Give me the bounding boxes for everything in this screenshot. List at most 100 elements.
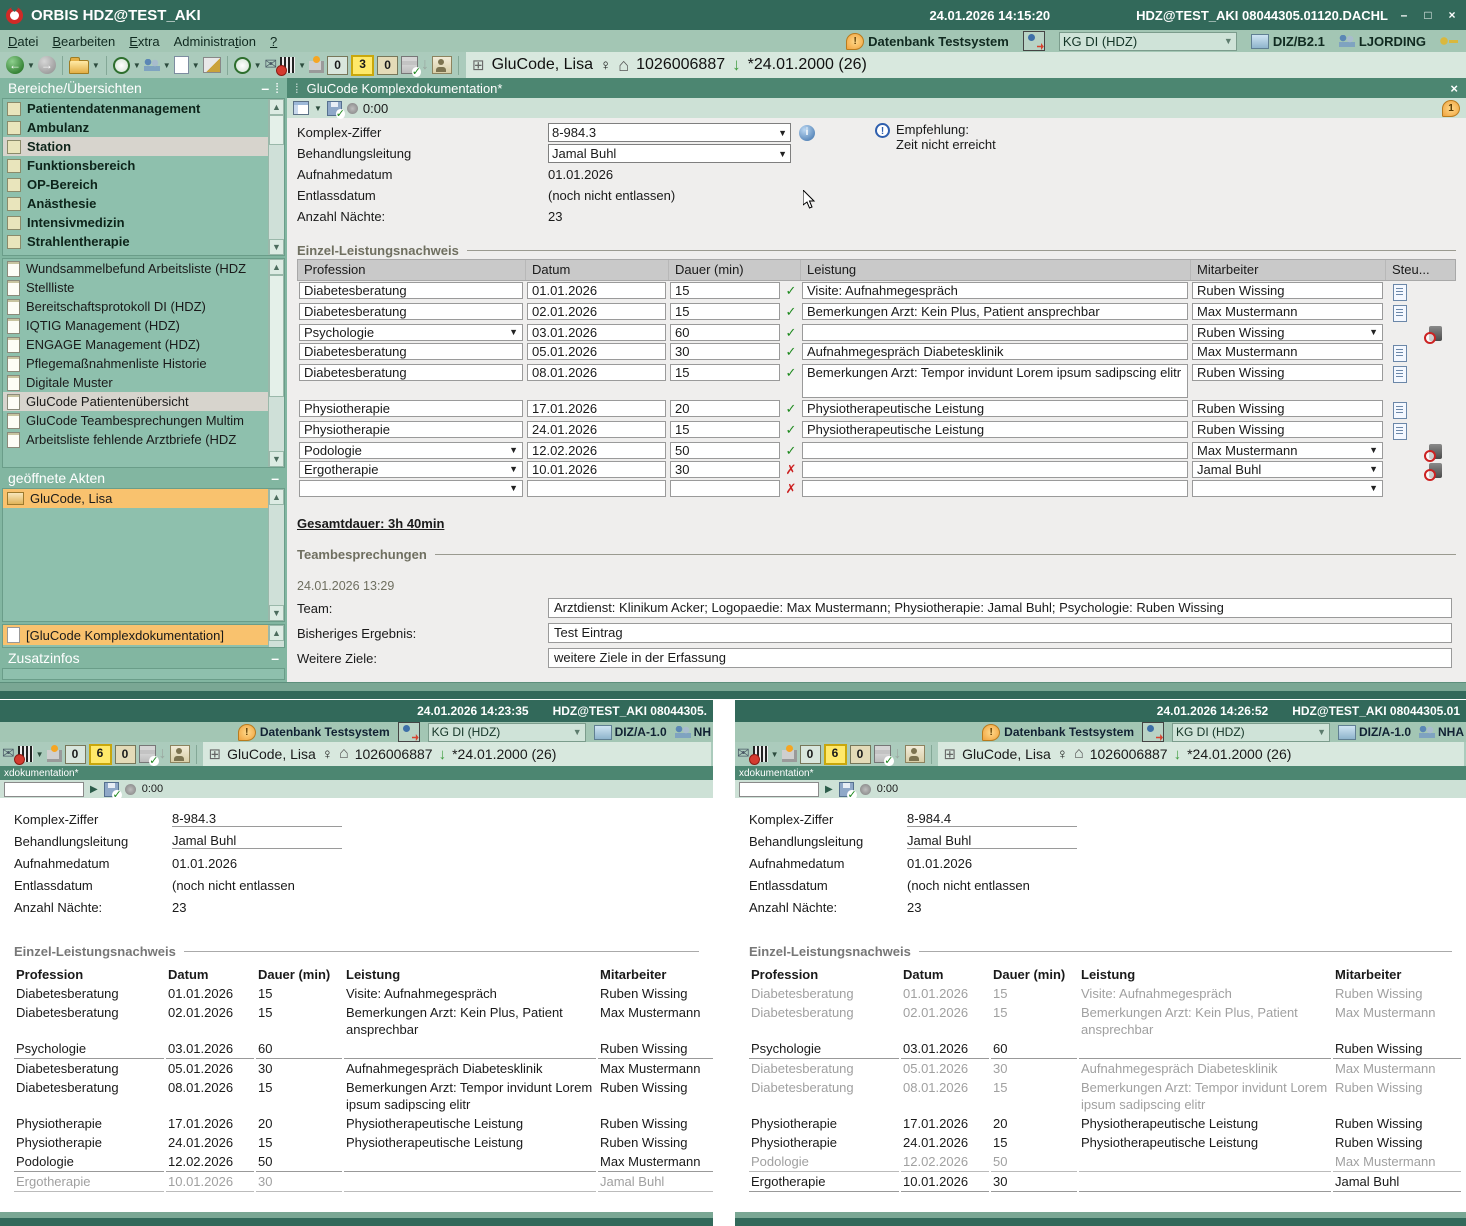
behandlungsleitung-value[interactable]: Jamal Buhl (172, 833, 342, 849)
cell-leistung[interactable] (802, 480, 1188, 497)
grid-icon[interactable]: ⊞ (944, 745, 957, 763)
dropdown-icon[interactable]: ▼ (778, 128, 787, 138)
scrollbar[interactable]: ▲▼ (268, 489, 284, 621)
timer-dropdown-icon[interactable]: ▼ (254, 61, 262, 70)
sidebar-item-worklist[interactable]: Wundsammelbefund Arbeitsliste (HDZ (3, 259, 284, 278)
close-tab-icon[interactable]: × (1450, 81, 1458, 96)
archive-icon[interactable] (905, 745, 925, 763)
cell-mitarbeiter[interactable]: Ruben Wissing (1192, 400, 1383, 417)
barcode-dropdown-icon[interactable]: ▼ (771, 750, 779, 759)
cell-dauer[interactable]: 30 (670, 461, 780, 478)
barcode-icon[interactable] (280, 57, 295, 73)
empty-input[interactable] (4, 782, 84, 797)
komplex-ziffer-value[interactable]: 8-984.3 (172, 811, 342, 827)
result-input[interactable]: Test Eintrag (548, 623, 1452, 643)
menu-bearbeiten[interactable]: Bearbeiten (52, 34, 115, 49)
goals-input[interactable]: weitere Ziele in der Erfassung (548, 648, 1452, 668)
key-icon[interactable] (1440, 37, 1458, 46)
cell-leistung[interactable]: Physiotherapeutische Leistung (802, 400, 1188, 417)
counter-3[interactable]: 0 (850, 745, 871, 764)
cell-datum[interactable]: 08.01.2026 (527, 364, 666, 381)
sidebar-item-worklist[interactable]: Pflegemaßnahmenliste Historie (3, 354, 284, 373)
cell-leistung[interactable]: Aufnahmegespräch Diabetesklinik (802, 343, 1188, 360)
folder-dropdown-icon[interactable]: ▼ (92, 61, 100, 70)
open-file-item[interactable]: GluCode, Lisa (3, 489, 284, 508)
panel-handle-icon[interactable]: ⁞ (275, 80, 279, 96)
cell-leistung[interactable]: Bemerkungen Arzt: Tempor invidunt Lorem … (802, 364, 1188, 398)
archive-icon[interactable] (432, 56, 452, 74)
scrollbar[interactable]: ▲▼ (268, 259, 284, 467)
cell-datum[interactable]: 01.01.2026 (527, 282, 666, 299)
cell-profession[interactable]: Podologie▼ (299, 442, 523, 459)
cell-profession[interactable]: Psychologie▼ (299, 324, 523, 341)
cell-leistung[interactable]: Visite: Aufnahmegespräch (802, 282, 1188, 299)
back-dropdown-icon[interactable]: ▼ (27, 61, 35, 70)
dropdown-icon[interactable]: ▼ (1369, 443, 1378, 458)
sidebar-item-worklist[interactable]: IQTIG Management (HDZ) (3, 316, 284, 335)
close-button[interactable]: × (1444, 8, 1460, 22)
cell-profession[interactable]: Physiotherapie (299, 400, 523, 417)
dropdown-icon[interactable]: ▼ (778, 149, 787, 159)
forward-icon[interactable]: → (38, 56, 56, 74)
counter-1[interactable]: 0 (65, 745, 86, 764)
cell-mitarbeiter[interactable]: Ruben Wissing (1192, 282, 1383, 299)
modules-icon[interactable] (47, 750, 62, 762)
dropdown-icon[interactable]: ▼ (1369, 325, 1378, 340)
team-input[interactable]: Arztdienst: Klinikum Acker; Logopaedie: … (548, 598, 1452, 618)
sidebar-item-area[interactable]: Station (3, 137, 284, 156)
cell-profession[interactable]: Diabetesberatung (299, 303, 523, 320)
cell-dauer[interactable]: 50 (670, 442, 780, 459)
back-icon[interactable]: ← (6, 56, 24, 74)
play-icon[interactable]: ▶ (825, 784, 833, 795)
menu-datei[interactable]: Datei (8, 34, 38, 49)
patient-context-icon[interactable] (1142, 722, 1164, 742)
mail-icon[interactable]: ✉ (737, 747, 750, 761)
document-action-icon[interactable] (1393, 423, 1407, 440)
counter-3[interactable]: 0 (115, 745, 136, 764)
context-select[interactable]: KG DI (HDZ)▼ (428, 723, 586, 742)
document-action-icon[interactable] (1393, 366, 1407, 383)
cell-leistung[interactable]: Bemerkungen Arzt: Kein Plus, Patient ans… (802, 303, 1188, 320)
empty-input[interactable] (739, 782, 819, 797)
sidebar-item-worklist[interactable]: GluCode Teambesprechungen Multim (3, 411, 284, 430)
dropdown-icon[interactable]: ▼ (1369, 481, 1378, 496)
cell-profession[interactable]: Diabetesberatung (299, 364, 523, 381)
cell-datum[interactable]: 05.01.2026 (527, 343, 666, 360)
cell-dauer[interactable]: 15 (670, 421, 780, 438)
barcode-icon[interactable] (753, 746, 768, 762)
scrollbar[interactable]: ▲▼ (268, 99, 284, 255)
cell-mitarbeiter[interactable]: Ruben Wissing (1192, 364, 1383, 381)
delete-action-icon[interactable] (1429, 463, 1442, 478)
cell-mitarbeiter[interactable]: Max Mustermann (1192, 343, 1383, 360)
sidebar-item-area[interactable]: OP-Bereich (3, 175, 284, 194)
cell-leistung[interactable] (802, 461, 1188, 478)
menu-administration[interactable]: Administration (174, 34, 256, 49)
mail-icon[interactable]: ✉ (2, 747, 15, 761)
delete-action-icon[interactable] (1429, 326, 1442, 341)
cell-dauer[interactable]: 60 (670, 324, 780, 341)
maximize-button[interactable]: □ (1420, 8, 1436, 22)
open-folder-icon[interactable] (69, 60, 89, 74)
server-check-icon[interactable] (139, 745, 156, 763)
cell-profession[interactable]: Physiotherapie (299, 421, 523, 438)
sidebar-item-worklist[interactable]: ENGAGE Management (HDZ) (3, 335, 284, 354)
behandlungsleitung-combo[interactable]: Jamal Buhl ▼ (548, 144, 791, 163)
document-action-icon[interactable] (1393, 284, 1407, 301)
panel-minimize-icon[interactable]: – (271, 650, 279, 666)
cell-datum[interactable]: 02.01.2026 (527, 303, 666, 320)
sidebar-item-worklist[interactable]: Digitale Muster (3, 373, 284, 392)
archive-icon[interactable] (170, 745, 190, 763)
sidebar-item-worklist[interactable]: GluCode Patientenübersicht (3, 392, 284, 411)
counter-2[interactable]: 6 (824, 744, 847, 765)
cell-dauer[interactable]: 20 (670, 400, 780, 417)
dropdown-icon[interactable]: ▼ (1369, 462, 1378, 477)
save-icon[interactable] (839, 782, 854, 797)
barcode-dropdown-icon[interactable]: ▼ (298, 61, 306, 70)
cell-leistung[interactable] (802, 442, 1188, 459)
sidebar-item-area[interactable]: Anästhesie (3, 194, 284, 213)
sidebar-item-worklist[interactable]: Bereitschaftsprotokoll DI (HDZ) (3, 297, 284, 316)
cell-profession[interactable]: ▼ (299, 480, 523, 497)
save-icon[interactable] (327, 101, 342, 116)
context-select[interactable]: KG DI (HDZ)▼ (1172, 723, 1330, 742)
edit-icon[interactable] (203, 57, 221, 73)
